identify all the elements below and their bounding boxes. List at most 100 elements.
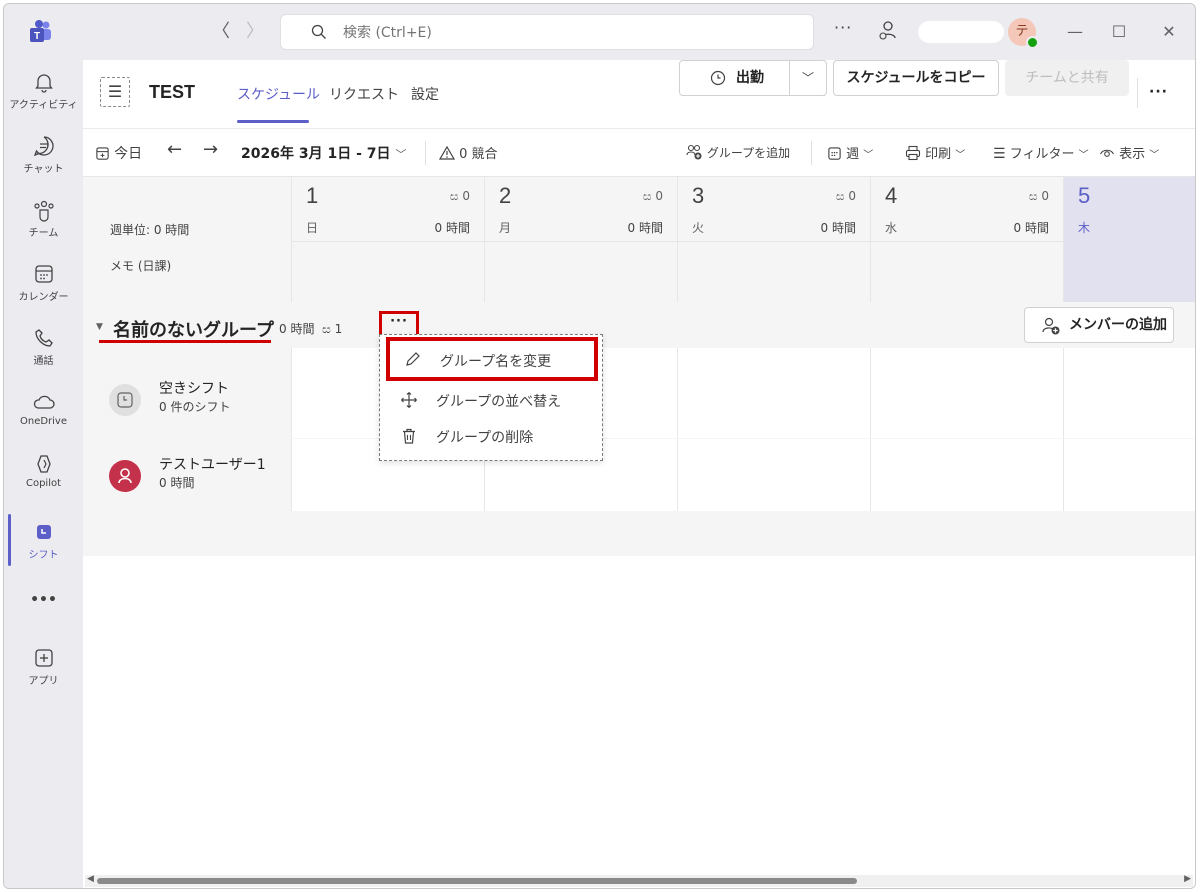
day-hours: 0 時間 — [820, 221, 856, 235]
filter-dropdown[interactable]: ☰ フィルター ﹀ — [993, 143, 1089, 162]
shift-cell[interactable] — [870, 439, 1063, 511]
people-notification-icon[interactable] — [877, 19, 901, 43]
app-rail: アクティビティ チャット チーム カレンダー 通話 OneDrive Copil… — [4, 60, 83, 888]
rail-label: チャット — [23, 164, 64, 175]
account-name-pill[interactable] — [918, 21, 1004, 43]
move-icon — [401, 392, 417, 408]
more-icon: ••• — [30, 592, 57, 608]
rail-item-activity[interactable]: アクティビティ — [4, 70, 83, 111]
people-count: 0 — [848, 189, 856, 203]
date-range-picker[interactable]: 2026年 3月 1日 - 7日 ﹀ — [241, 143, 406, 163]
rail-item-teams[interactable]: チーム — [4, 198, 83, 239]
collapse-caret-icon[interactable]: ▼ — [96, 322, 103, 332]
clock-in-label: 出勤 — [736, 70, 764, 86]
chevron-down-icon: ﹀ — [863, 150, 874, 161]
day-people-count: ස 0 — [643, 189, 663, 204]
rail-item-copilot[interactable]: Copilot — [4, 452, 83, 489]
calendar-icon — [34, 265, 53, 283]
day-column[interactable]: 1 日 ස 0 0 時間 — [291, 177, 484, 303]
conflicts-indicator[interactable]: 0 競合 — [438, 143, 498, 162]
calendar-week-icon — [828, 147, 841, 160]
trash-icon — [403, 428, 415, 444]
teams-logo-icon[interactable]: T — [26, 18, 54, 46]
chevron-down-icon: ﹀ — [1078, 150, 1089, 161]
menu-item-rename-group[interactable]: グループ名を変更 — [386, 337, 598, 381]
add-member-button[interactable]: メンバーの追加 — [1024, 307, 1174, 343]
clock-in-dropdown[interactable]: ﹀ — [789, 60, 827, 96]
day-weekday: 日 — [306, 221, 319, 235]
horizontal-scrollbar[interactable]: ◀ ▶ — [85, 874, 1193, 887]
shift-cell[interactable] — [870, 348, 1063, 438]
minimize-button[interactable]: — — [1060, 18, 1090, 46]
rail-item-chat[interactable]: チャット — [4, 134, 83, 175]
apps-icon — [34, 649, 53, 667]
forward-arrow-icon[interactable]: 〉 — [244, 18, 266, 46]
rail-item-shifts[interactable]: シフト — [4, 520, 83, 561]
search-box[interactable] — [280, 14, 814, 50]
memo-row-label: メモ (日課) — [110, 259, 172, 273]
grid-footer-band — [83, 514, 1195, 556]
chevron-down-icon: ﹀ — [801, 71, 814, 85]
share-with-team-button[interactable]: チームと共有 — [1005, 60, 1129, 96]
hamburger-menu-icon[interactable]: ☰ — [100, 77, 130, 107]
display-dropdown[interactable]: 表示 ﹀ — [1099, 143, 1159, 162]
settings-more-button[interactable]: ··· — [834, 18, 852, 37]
shift-cell[interactable] — [1063, 439, 1195, 511]
tab-requests[interactable]: リクエスト — [329, 84, 399, 104]
back-arrow-icon[interactable]: 〈 — [210, 18, 232, 46]
search-input[interactable] — [343, 21, 743, 45]
print-dropdown[interactable]: 印刷 ﹀ — [905, 143, 965, 162]
scrollbar-thumb[interactable] — [97, 878, 857, 884]
menu-item-reorder-group[interactable]: グループの並べ替え — [386, 383, 598, 417]
rail-item-calls[interactable]: 通話 — [4, 326, 83, 367]
day-column[interactable]: 2 月 ස 0 0 時間 — [484, 177, 677, 303]
prev-week-arrow-icon[interactable]: ← — [167, 139, 182, 160]
add-group-button[interactable]: グループを追加 — [685, 143, 790, 161]
rail-item-more[interactable]: ••• — [4, 590, 83, 608]
scroll-left-arrow-icon[interactable]: ◀ — [87, 874, 94, 884]
day-column[interactable]: 3 火 ස 0 0 時間 — [677, 177, 870, 303]
close-button[interactable]: ✕ — [1154, 18, 1184, 46]
bell-icon — [34, 74, 53, 93]
day-column[interactable]: 4 水 ස 0 0 時間 — [870, 177, 1063, 303]
chevron-down-icon: ﹀ — [955, 150, 966, 161]
next-week-arrow-icon[interactable]: → — [203, 139, 218, 160]
rail-item-apps[interactable]: アプリ — [4, 646, 83, 687]
menu-item-label: グループの並べ替え — [436, 394, 562, 410]
shift-cell[interactable] — [677, 348, 870, 438]
copilot-icon — [36, 455, 51, 473]
day-weekday: 月 — [499, 221, 512, 235]
scroll-right-arrow-icon[interactable]: ▶ — [1184, 874, 1191, 884]
profile-avatar[interactable]: テ — [1008, 18, 1039, 49]
group-name[interactable]: 名前のないグループ — [113, 316, 274, 342]
people-count: 0 — [462, 189, 470, 203]
member-name: テストユーザー1 — [159, 457, 266, 473]
display-label: 表示 — [1119, 147, 1146, 162]
rail-item-calendar[interactable]: カレンダー — [4, 262, 83, 303]
rail-label: アクティビティ — [9, 100, 78, 111]
header-more-button[interactable]: ··· — [1149, 84, 1168, 100]
svg-text:T: T — [34, 31, 40, 42]
today-button[interactable]: 今日 — [95, 143, 142, 163]
view-week-dropdown[interactable]: 週 ﹀ — [827, 143, 873, 162]
tab-schedule[interactable]: スケジュール — [237, 84, 320, 104]
rail-label: カレンダー — [18, 292, 69, 303]
copy-schedule-button[interactable]: スケジュールをコピー — [833, 60, 999, 96]
day-column-today[interactable]: 5 木 — [1063, 177, 1195, 303]
shift-cell[interactable] — [1063, 348, 1195, 438]
eye-icon — [1100, 149, 1114, 157]
shift-cell[interactable] — [677, 439, 870, 511]
menu-item-label: グループ名を変更 — [440, 354, 552, 370]
day-people-count: ස 0 — [836, 189, 856, 204]
menu-item-delete-group[interactable]: グループの削除 — [386, 419, 598, 453]
rail-label: 通話 — [33, 356, 54, 367]
day-weekday: 木 — [1078, 221, 1091, 235]
maximize-button[interactable]: ☐ — [1104, 18, 1134, 46]
people-icon: ස — [642, 189, 652, 203]
day-number: 5 — [1078, 183, 1091, 208]
open-shift-icon — [109, 384, 141, 416]
group-name-highlight — [99, 340, 271, 343]
rail-label: OneDrive — [19, 416, 68, 427]
tab-settings[interactable]: 設定 — [411, 84, 439, 104]
rail-item-onedrive[interactable]: OneDrive — [4, 390, 83, 427]
